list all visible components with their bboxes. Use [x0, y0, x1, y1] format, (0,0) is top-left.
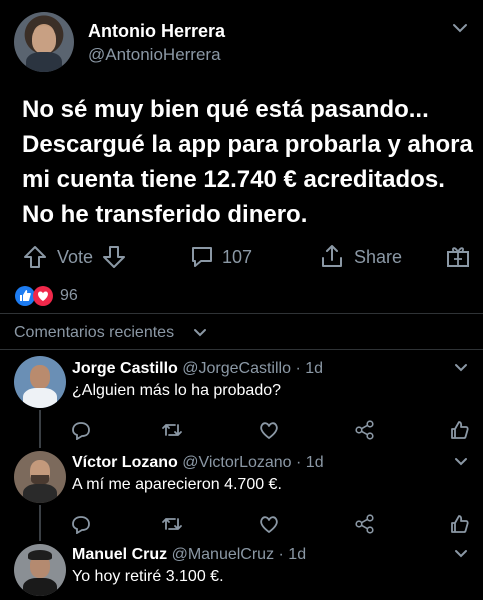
comment-time: · 1d [295, 360, 324, 377]
comment-time: · 1d [278, 546, 307, 563]
comments-sort-chevron-icon[interactable] [193, 328, 207, 338]
commenter-avatar[interactable] [14, 451, 66, 503]
post-menu-chevron-icon[interactable] [452, 22, 468, 34]
author-handle[interactable]: @AntonioHerrera [88, 45, 221, 65]
heart-icon[interactable] [258, 420, 280, 440]
commenter-name[interactable]: Víctor Lozano [72, 454, 178, 471]
reply-icon[interactable] [71, 514, 91, 534]
retweet-icon[interactable] [161, 420, 183, 440]
reactions-count[interactable]: 96 [60, 287, 78, 305]
love-reaction-icon[interactable] [32, 285, 54, 307]
comment-time: · 1d [296, 454, 324, 471]
commenter-name[interactable]: Manuel Cruz [72, 546, 167, 563]
reply-icon[interactable] [71, 420, 91, 440]
share-nodes-icon[interactable] [354, 420, 376, 440]
comment-menu-chevron-icon[interactable] [454, 549, 468, 559]
thumbs-up-icon[interactable] [449, 419, 471, 441]
comment-text: Yo hoy retiré 3.100 €. [72, 568, 224, 585]
post-text-line: No he transferido dinero. [22, 201, 308, 228]
commenter-avatar[interactable] [14, 544, 66, 596]
comment-bubble-icon[interactable] [189, 244, 215, 270]
commenter-handle[interactable]: @JorgeCastillo [182, 360, 291, 377]
gift-icon[interactable] [445, 243, 471, 269]
comments-header[interactable]: Comentarios recientes [14, 324, 174, 342]
comment: Jorge Castillo @JorgeCastillo · 1d [72, 360, 323, 378]
comments-count[interactable]: 107 [222, 247, 252, 268]
commenter-name[interactable]: Jorge Castillo [72, 360, 178, 377]
comment-menu-chevron-icon[interactable] [454, 457, 468, 467]
vote-label: Vote [57, 247, 94, 267]
commenter-handle[interactable]: @VictorLozano [182, 454, 291, 471]
comment: Víctor Lozano @VictorLozano · 1d [72, 454, 324, 472]
share-nodes-icon[interactable] [354, 514, 376, 534]
divider [0, 313, 483, 314]
heart-icon[interactable] [258, 514, 280, 534]
comment: Manuel Cruz @ManuelCruz · 1d [72, 546, 306, 564]
post-text-line: No sé muy bien qué está pasando... [22, 96, 429, 123]
thread-line [39, 505, 41, 541]
post-text-line: Descargué la app para probarla y ahora [22, 131, 473, 158]
author-avatar[interactable] [14, 12, 74, 72]
retweet-icon[interactable] [161, 514, 183, 534]
commenter-handle[interactable]: @ManuelCruz [172, 546, 275, 563]
post-text: No sé muy bien qué está pasando... Desca… [22, 92, 473, 232]
share-icon[interactable] [319, 243, 345, 269]
comment-text: A mí me aparecieron 4.700 €. [72, 476, 282, 493]
thread-line [39, 410, 41, 448]
upvote-arrow-icon[interactable] [22, 244, 48, 270]
thumbs-up-icon[interactable] [449, 513, 471, 535]
post-text-line: mi cuenta tiene 12.740 € acreditados. [22, 166, 445, 193]
downvote-arrow-icon[interactable] [101, 244, 127, 270]
commenter-avatar[interactable] [14, 356, 66, 408]
comment-menu-chevron-icon[interactable] [454, 363, 468, 373]
comment-text: ¿Alguien más lo ha probado? [72, 382, 282, 399]
author-name[interactable]: Antonio Herrera [88, 21, 225, 42]
divider [0, 349, 483, 350]
share-label[interactable]: Share [354, 247, 402, 268]
